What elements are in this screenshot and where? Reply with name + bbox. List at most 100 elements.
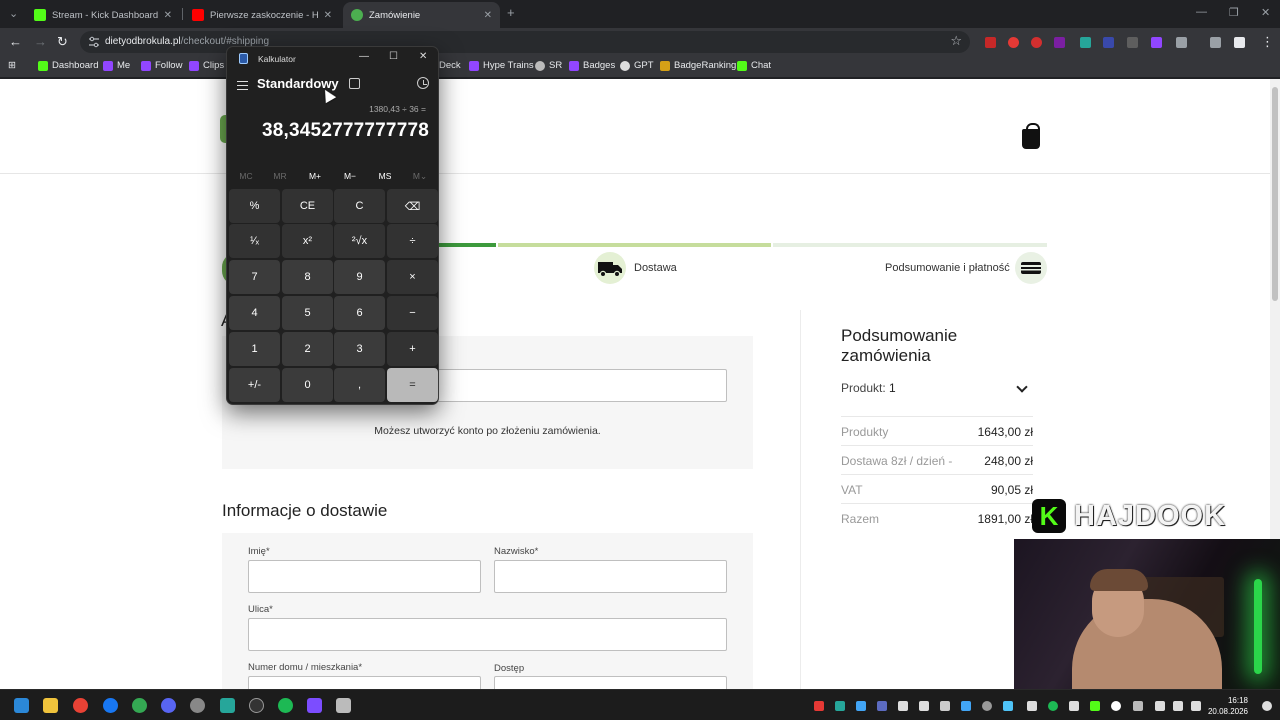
bookmark-chat[interactable]: Chat <box>737 60 771 71</box>
tray-icon[interactable] <box>1048 701 1058 711</box>
digit-0-button[interactable]: 0 <box>282 368 333 402</box>
tab-youtube[interactable]: Pierwsze zaskoczenie - Hradec ✕ <box>184 2 340 28</box>
bookmark-gpt[interactable]: GPT <box>620 60 654 71</box>
close-icon[interactable]: ✕ <box>419 51 427 62</box>
keep-on-top-icon[interactable] <box>349 78 360 89</box>
bookmark-me[interactable]: Me <box>103 60 130 71</box>
puzzle-icon[interactable] <box>1176 37 1187 48</box>
new-tab-button[interactable]: + <box>507 5 515 20</box>
close-icon[interactable]: ✕ <box>324 10 332 21</box>
digit-6-button[interactable]: 6 <box>334 296 385 330</box>
tab-search-chevron-icon[interactable]: ⌄ <box>9 7 18 20</box>
digit-4-button[interactable]: 4 <box>229 296 280 330</box>
decimal-button[interactable]: , <box>334 368 385 402</box>
digit-9-button[interactable]: 9 <box>334 260 385 294</box>
tray-icon[interactable] <box>835 701 845 711</box>
tray-icon[interactable] <box>961 701 971 711</box>
bookmark-deck[interactable]: Deck <box>439 60 461 71</box>
notifications-icon[interactable] <box>1262 701 1272 711</box>
back-icon[interactable]: ← <box>9 34 22 50</box>
memory-store-button[interactable]: MS <box>368 171 402 181</box>
chrome-icon[interactable] <box>73 698 88 713</box>
app-icon[interactable] <box>307 698 322 713</box>
email-field[interactable] <box>436 369 727 402</box>
backspace-button[interactable]: ⌫ <box>387 189 438 223</box>
digit-7-button[interactable]: 7 <box>229 260 280 294</box>
history-icon[interactable] <box>417 77 429 89</box>
tray-icon[interactable] <box>856 701 866 711</box>
square-root-button[interactable]: ²√x <box>334 224 385 258</box>
multiply-button[interactable]: × <box>387 260 438 294</box>
calculator-taskbar-icon[interactable] <box>336 698 351 713</box>
cart-icon[interactable] <box>1022 123 1040 149</box>
microphone-icon[interactable] <box>1155 701 1165 711</box>
keyboard-icon[interactable] <box>1133 701 1143 711</box>
street-field[interactable] <box>248 618 727 651</box>
extension-icon[interactable] <box>1054 37 1065 48</box>
extension-icon[interactable] <box>1008 37 1019 48</box>
house-number-field[interactable] <box>248 676 481 689</box>
clear-button[interactable]: C <box>334 189 385 223</box>
twitch-icon[interactable] <box>1151 37 1162 48</box>
minimize-icon[interactable]: — <box>1196 6 1207 18</box>
maximize-icon[interactable]: ☐ <box>389 51 398 62</box>
close-window-icon[interactable]: ✕ <box>1261 6 1270 19</box>
memory-add-button[interactable]: M+ <box>298 171 332 181</box>
tray-icon[interactable] <box>1069 701 1079 711</box>
first-name-field[interactable] <box>248 560 481 593</box>
memory-recall-button[interactable]: MR <box>263 171 297 181</box>
close-icon[interactable]: ✕ <box>484 10 492 21</box>
bookmark-sr[interactable]: SR <box>535 60 562 71</box>
tray-icon[interactable] <box>1003 701 1013 711</box>
bookmark-follow[interactable]: Follow <box>141 60 182 71</box>
bookmark-hype-trains[interactable]: Hype Trains <box>469 60 534 71</box>
app-icon[interactable] <box>220 698 235 713</box>
divide-button[interactable]: ÷ <box>387 224 438 258</box>
tray-icon[interactable] <box>919 701 929 711</box>
close-icon[interactable]: ✕ <box>164 10 172 21</box>
memory-clear-button[interactable]: MC <box>229 171 263 181</box>
percent-button[interactable]: % <box>229 189 280 223</box>
tray-icon[interactable] <box>1111 701 1121 711</box>
chrome-profile-icon[interactable] <box>132 698 147 713</box>
volume-icon[interactable] <box>1191 701 1201 711</box>
bookmark-star-icon[interactable]: ☆ <box>950 33 962 49</box>
media-icon[interactable] <box>1210 37 1221 48</box>
tray-icon[interactable] <box>814 701 824 711</box>
tray-icon[interactable] <box>1090 701 1100 711</box>
bookmark-badgeranking[interactable]: BadgeRanking <box>660 60 736 71</box>
bookmark-dashboard[interactable]: Dashboard <box>38 60 98 71</box>
address-bar[interactable]: dietyodbrokula.pl/checkout/#shipping ☆ <box>80 31 970 53</box>
discord-icon[interactable] <box>161 698 176 713</box>
forward-icon[interactable]: → <box>34 34 47 50</box>
bookmark-clips[interactable]: Clips <box>189 60 224 71</box>
apps-icon[interactable]: ⊞ <box>8 60 16 71</box>
minimize-icon[interactable]: — <box>359 51 369 62</box>
tray-icon[interactable] <box>940 701 950 711</box>
extension-icon[interactable] <box>985 37 996 48</box>
tray-icon[interactable] <box>898 701 908 711</box>
extension-icon[interactable] <box>1080 37 1091 48</box>
last-name-field[interactable] <box>494 560 727 593</box>
reload-icon[interactable]: ↻ <box>57 34 68 50</box>
tray-icon[interactable] <box>1027 701 1037 711</box>
maximize-icon[interactable]: ❐ <box>1229 6 1239 19</box>
adblock-icon[interactable] <box>1031 37 1042 48</box>
profile-icon[interactable] <box>1234 37 1245 48</box>
square-button[interactable]: x² <box>282 224 333 258</box>
memory-list-button[interactable]: M⌄ <box>403 171 437 182</box>
obs-icon[interactable] <box>249 698 264 713</box>
digit-8-button[interactable]: 8 <box>282 260 333 294</box>
tab-kick-dashboard[interactable]: Stream - Kick Dashboard ✕ <box>26 2 180 28</box>
digit-3-button[interactable]: 3 <box>334 332 385 366</box>
app-icon[interactable] <box>190 698 205 713</box>
digit-2-button[interactable]: 2 <box>282 332 333 366</box>
bookmark-badges[interactable]: Badges <box>569 60 615 71</box>
scrollbar-thumb[interactable] <box>1272 87 1278 301</box>
negate-button[interactable]: +/- <box>229 368 280 402</box>
extension-icon[interactable] <box>1103 37 1114 48</box>
reciprocal-button[interactable]: ¹⁄ₓ <box>229 224 280 258</box>
start-icon[interactable] <box>14 698 29 713</box>
access-field[interactable] <box>494 676 727 689</box>
tab-zamowienie[interactable]: Zamówienie ✕ <box>343 2 500 28</box>
